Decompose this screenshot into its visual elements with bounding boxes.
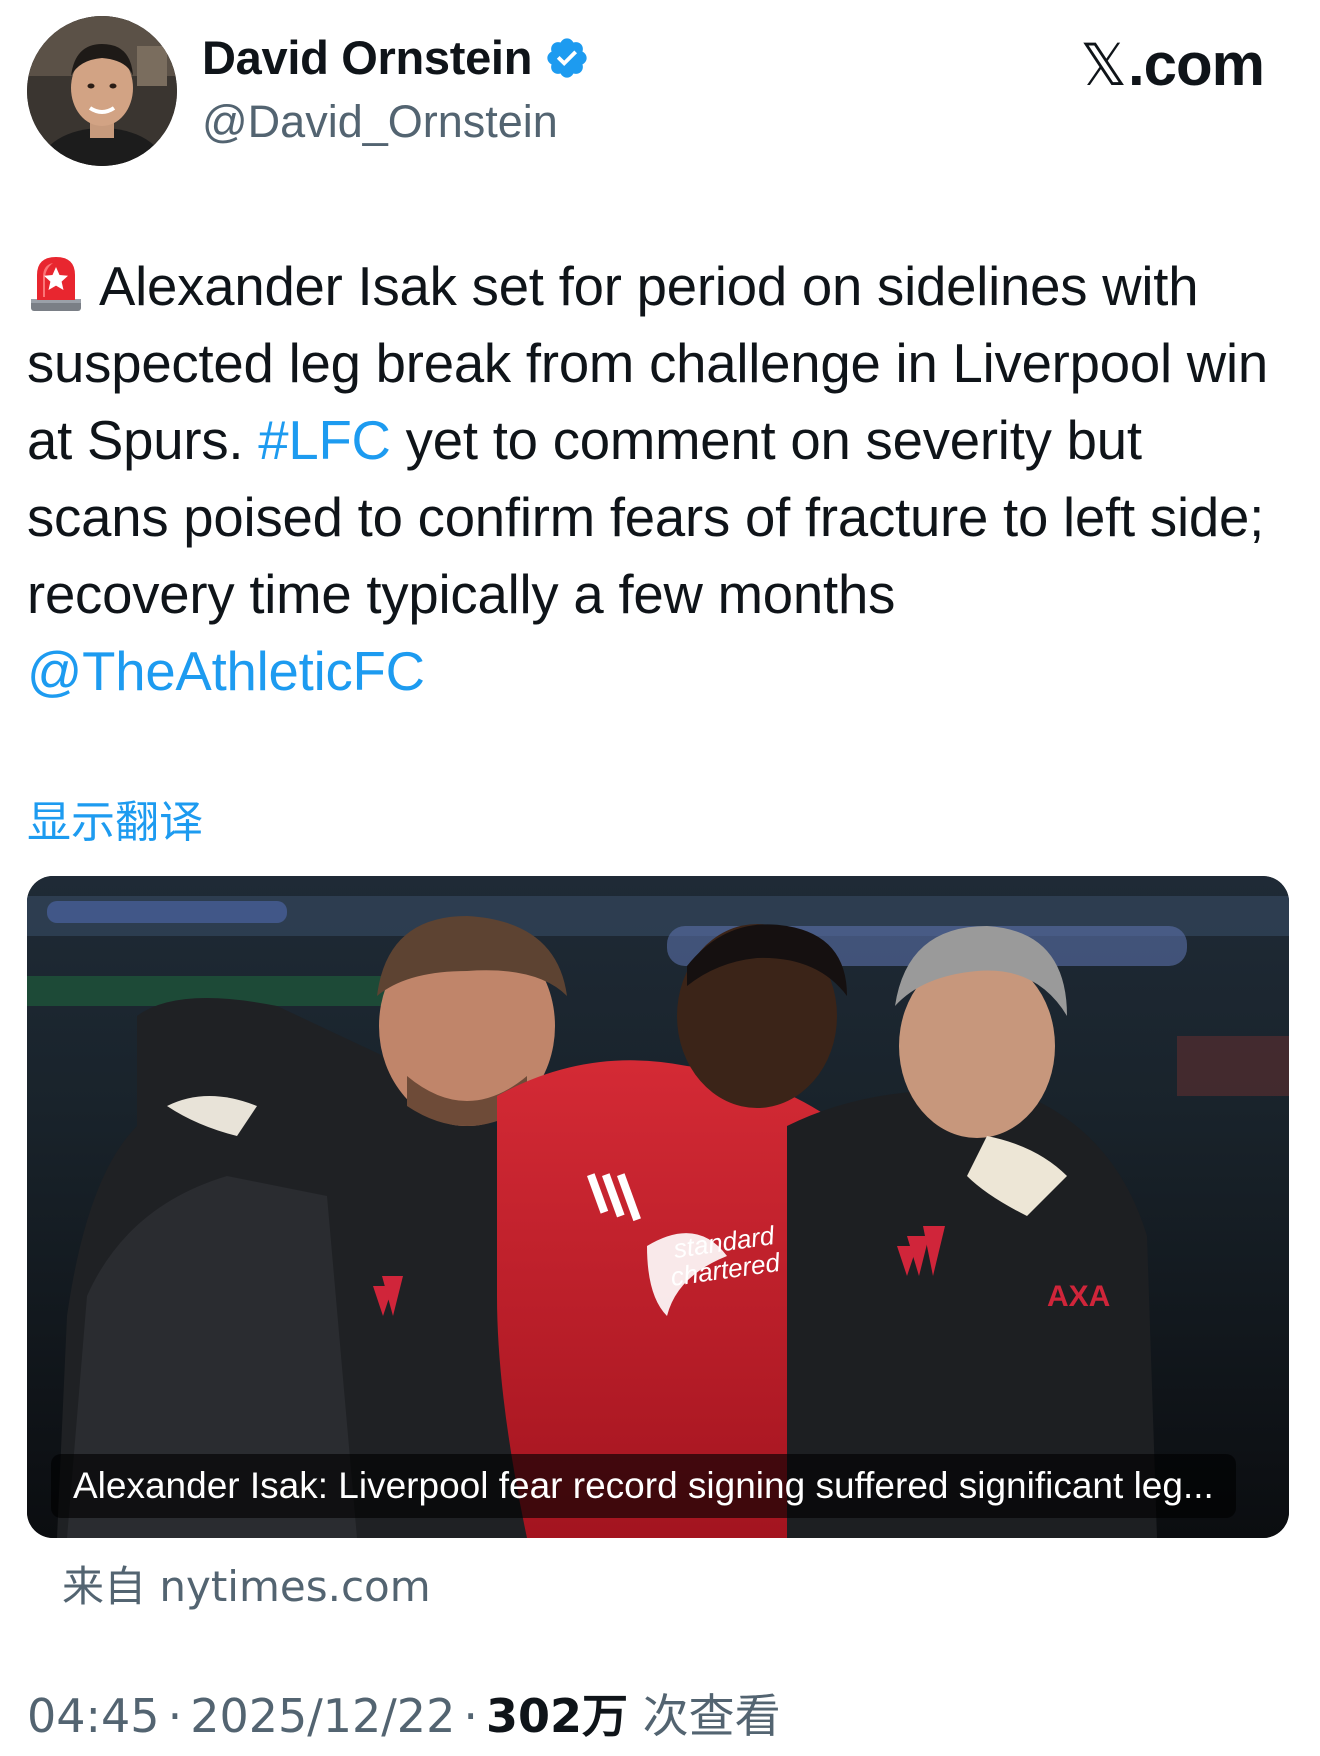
link-card-media[interactable]: standard chartered AXA Alexander Isak: L… <box>27 876 1289 1538</box>
link-card-title: Alexander Isak: Liverpool fear record si… <box>51 1454 1236 1518</box>
tweet-date[interactable]: 2025/12/22 <box>190 1689 455 1743</box>
meta-separator: · <box>167 1689 183 1743</box>
avatar-photo <box>27 16 177 166</box>
show-translation-link[interactable]: 显示翻译 <box>27 786 203 850</box>
svg-text:AXA: AXA <box>1047 1280 1110 1313</box>
article-photo: standard chartered AXA <box>27 876 1289 1538</box>
x-logo-icon: 𝕏 <box>1080 30 1127 99</box>
tweet-meta: 04:45 · 2025/12/22 · 302万 次查看 <box>27 1680 781 1746</box>
hashtag-link-lfc[interactable]: #LFC <box>258 410 391 471</box>
link-card-source[interactable]: 来自 nytimes.com <box>62 1553 431 1614</box>
author-name-row[interactable]: David Ornstein <box>202 30 590 85</box>
verified-badge-icon <box>547 37 587 78</box>
tweet-text: Alexander Isak set for period on sidelin… <box>27 248 1297 710</box>
author-display-name[interactable]: David Ornstein <box>202 30 532 85</box>
views-count[interactable]: 302万 <box>486 1689 628 1743</box>
tweet-time[interactable]: 04:45 <box>27 1689 160 1743</box>
brand-domain-label: .com <box>1127 31 1265 98</box>
author-avatar[interactable] <box>27 16 177 166</box>
x-brand-logo: 𝕏 .com <box>1080 30 1265 99</box>
mention-link-theathleticfc[interactable]: @TheAthleticFC <box>27 641 425 702</box>
views-label: 次查看 <box>628 1689 781 1743</box>
author-handle[interactable]: @David_Ornstein <box>202 96 558 148</box>
police-siren-icon <box>31 257 81 311</box>
meta-separator: · <box>463 1689 478 1743</box>
